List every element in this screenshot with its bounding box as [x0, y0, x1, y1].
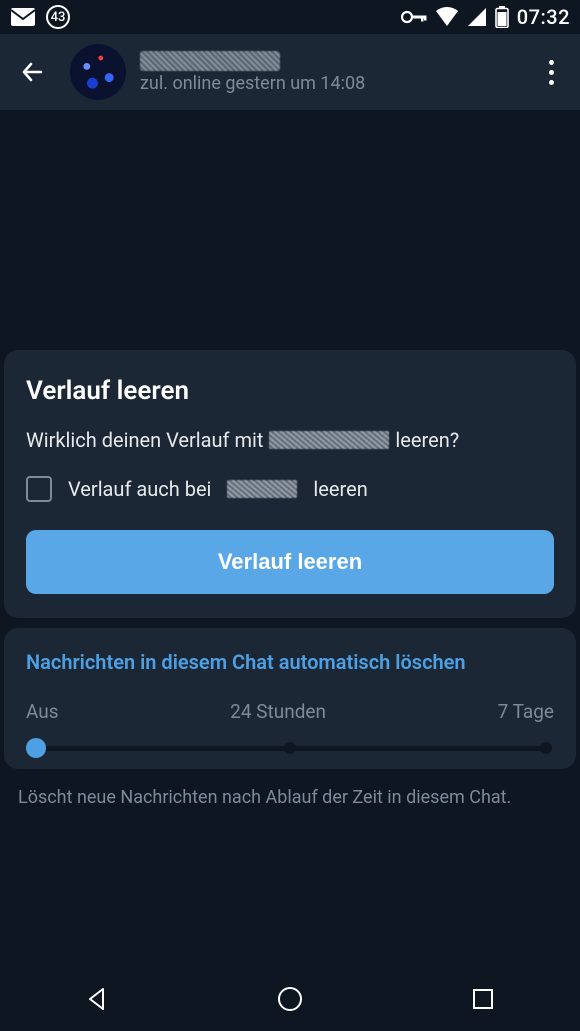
chat-header: zul. online gestern um 14:08 [0, 34, 580, 110]
also-clear-for-contact-row[interactable]: Verlauf auch bei leeren [26, 476, 554, 502]
overflow-menu-button[interactable] [536, 60, 566, 85]
clear-history-button[interactable]: Verlauf leeren [26, 530, 554, 594]
checkbox-prefix: Verlauf auch bei [68, 477, 211, 501]
back-button[interactable] [18, 57, 48, 87]
auto-delete-footer: Löscht neue Nachrichten nach Ablauf der … [0, 769, 580, 808]
cell-signal-icon [467, 7, 487, 27]
contact-info[interactable]: zul. online gestern um 14:08 [70, 44, 536, 100]
auto-delete-slider[interactable] [26, 731, 554, 767]
contact-name-redacted-inline-2 [227, 480, 297, 498]
notification-count-badge: 43 [46, 5, 70, 29]
auto-delete-option-24h: 24 Stunden [230, 700, 326, 723]
checkbox-icon[interactable] [26, 476, 52, 502]
slider-tick-7d[interactable] [540, 742, 552, 754]
contact-name-redacted-inline [269, 431, 389, 449]
confirm-suffix: leeren? [395, 428, 459, 452]
auto-delete-title: Nachrichten in diesem Chat automatisch l… [26, 650, 554, 674]
status-clock: 07:32 [517, 5, 570, 29]
slider-tick-24h[interactable] [284, 742, 296, 754]
last-seen-text: zul. online gestern um 14:08 [140, 73, 365, 94]
nav-back-button[interactable] [77, 979, 117, 1019]
android-nav-bar [0, 967, 580, 1031]
auto-delete-card: Nachrichten in diesem Chat automatisch l… [4, 628, 576, 769]
status-bar: 43 07:32 [0, 0, 580, 34]
auto-delete-options: Aus 24 Stunden 7 Tage [26, 700, 554, 723]
chat-background [0, 110, 580, 350]
avatar [70, 44, 126, 100]
slider-thumb[interactable] [26, 738, 46, 758]
nav-recent-button[interactable] [463, 979, 503, 1019]
dialog-title: Verlauf leeren [26, 376, 554, 406]
battery-icon [495, 6, 509, 28]
vpn-key-icon [401, 10, 427, 24]
contact-name-redacted [140, 51, 280, 71]
nav-home-button[interactable] [270, 979, 310, 1019]
mail-icon [10, 7, 36, 27]
auto-delete-option-off: Aus [26, 700, 59, 723]
wifi-icon [435, 7, 459, 27]
dialog-confirm-text: Wirklich deinen Verlauf mit leeren? [26, 428, 554, 452]
clear-history-dialog: Verlauf leeren Wirklich deinen Verlauf m… [4, 350, 576, 618]
auto-delete-option-7d: 7 Tage [498, 700, 554, 723]
checkbox-suffix: leeren [313, 477, 367, 501]
confirm-prefix: Wirklich deinen Verlauf mit [26, 428, 263, 452]
